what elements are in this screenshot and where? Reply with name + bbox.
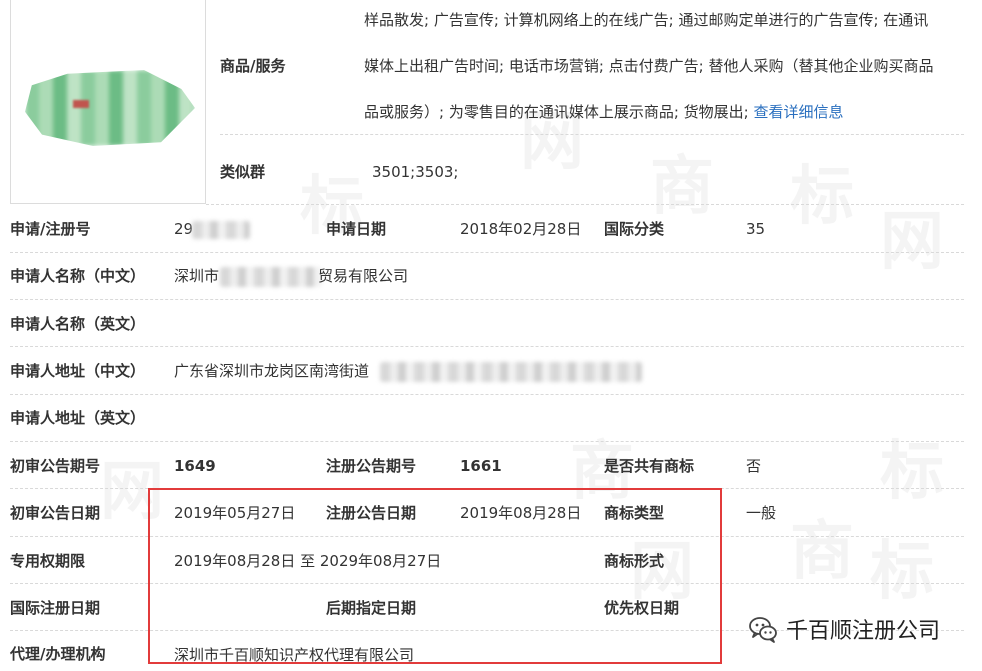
shared-label: 是否共有商标: [604, 457, 695, 475]
tm-type-label: 商标类型: [604, 504, 665, 522]
similar-group-value: 3501;3503;: [372, 163, 459, 181]
reg-no-value: 29: [174, 220, 194, 238]
goods-services-label: 商品/服务: [220, 57, 286, 75]
watermark-char: 商: [650, 135, 714, 227]
applicant-cn-prefix: 深圳市: [174, 267, 220, 285]
tm-form-label: 商标形式: [604, 552, 665, 570]
row-divider: [220, 134, 964, 135]
trademark-logo-image: [25, 70, 195, 146]
applicant-cn-label: 申请人名称（中文）: [10, 267, 146, 285]
goods-services-line-text: 品或服务）; 为零售目的在通讯媒体上展示商品; 货物展出;: [364, 103, 754, 121]
redacted-address: [380, 362, 642, 382]
row-divider: [10, 252, 964, 253]
trademark-image-box: [10, 0, 206, 204]
exclusive-period-value: 2019年08月28日 至 2029年08月27日: [174, 552, 442, 570]
goods-services-line: 品或服务）; 为零售目的在通讯媒体上展示商品; 货物展出; 查看详细信息: [364, 102, 843, 122]
prelim-issue-label: 初审公告期号: [10, 457, 101, 475]
trademark-logo-detail: [73, 100, 89, 108]
agent-value: 深圳市千百顺知识产权代理有限公司: [174, 646, 415, 664]
agent-label: 代理/办理机构: [10, 645, 106, 663]
redacted-reg-no: [192, 221, 250, 239]
apply-date-label: 申请日期: [326, 220, 387, 238]
watermark-char: 标: [790, 145, 854, 237]
similar-group-label: 类似群: [220, 163, 266, 181]
prelim-date-label: 初审公告日期: [10, 504, 101, 522]
later-designation-label: 后期指定日期: [326, 599, 417, 617]
apply-date-value: 2018年02月28日: [460, 220, 582, 238]
address-cn-label: 申请人地址（中文）: [10, 362, 146, 380]
trademark-detail-page: 商 标 网 商 标 网 商 标 网 商 标 网 商品/服务 样品散发; 广告宣传…: [0, 0, 982, 671]
row-divider: [10, 583, 964, 584]
prelim-issue-value: 1649: [174, 457, 216, 475]
watermark-char: 商: [790, 500, 854, 592]
prelim-date-value: 2019年05月27日: [174, 504, 296, 522]
intl-class-label: 国际分类: [604, 220, 665, 238]
intl-reg-date-label: 国际注册日期: [10, 599, 101, 617]
row-divider: [10, 299, 964, 300]
view-details-link[interactable]: 查看详细信息: [753, 103, 843, 121]
address-en-label: 申请人地址（英文）: [10, 409, 146, 427]
goods-services-line: 样品散发; 广告宣传; 计算机网络上的在线广告; 通过邮购定单进行的广告宣传; …: [364, 11, 929, 29]
reg-date-label: 注册公告日期: [326, 504, 417, 522]
reg-no-label: 申请/注册号: [10, 220, 91, 238]
row-divider: [10, 394, 964, 395]
watermark-char: 网: [100, 440, 164, 532]
applicant-cn-suffix: 贸易有限公司: [318, 267, 409, 285]
tm-type-value: 一般: [746, 504, 777, 522]
row-divider: [10, 536, 964, 537]
row-divider: [10, 488, 964, 489]
reg-issue-value: 1661: [460, 457, 502, 475]
address-cn-value: 广东省深圳市龙岗区南湾街道: [174, 362, 370, 380]
wechat-branding: 千百顺注册公司: [748, 613, 940, 645]
row-divider: [10, 346, 964, 347]
redacted-applicant-name: [220, 267, 322, 287]
wechat-icon: [749, 617, 777, 643]
shared-value: 否: [746, 457, 762, 475]
exclusive-period-label: 专用权期限: [10, 552, 86, 570]
row-divider: [206, 204, 964, 205]
priority-date-label: 优先权日期: [604, 599, 680, 617]
watermark-char: 标: [880, 420, 944, 512]
row-divider: [10, 441, 964, 442]
reg-issue-label: 注册公告期号: [326, 457, 417, 475]
wechat-account-name: 千百顺注册公司: [786, 619, 941, 644]
watermark-char: 标: [870, 520, 934, 612]
reg-date-value: 2019年08月28日: [460, 504, 582, 522]
applicant-en-label: 申请人名称（英文）: [10, 315, 146, 333]
goods-services-line: 媒体上出租广告时间; 电话市场营销; 点击付费广告; 替他人采购（替其他企业购买…: [364, 57, 934, 75]
intl-class-value: 35: [746, 220, 766, 238]
